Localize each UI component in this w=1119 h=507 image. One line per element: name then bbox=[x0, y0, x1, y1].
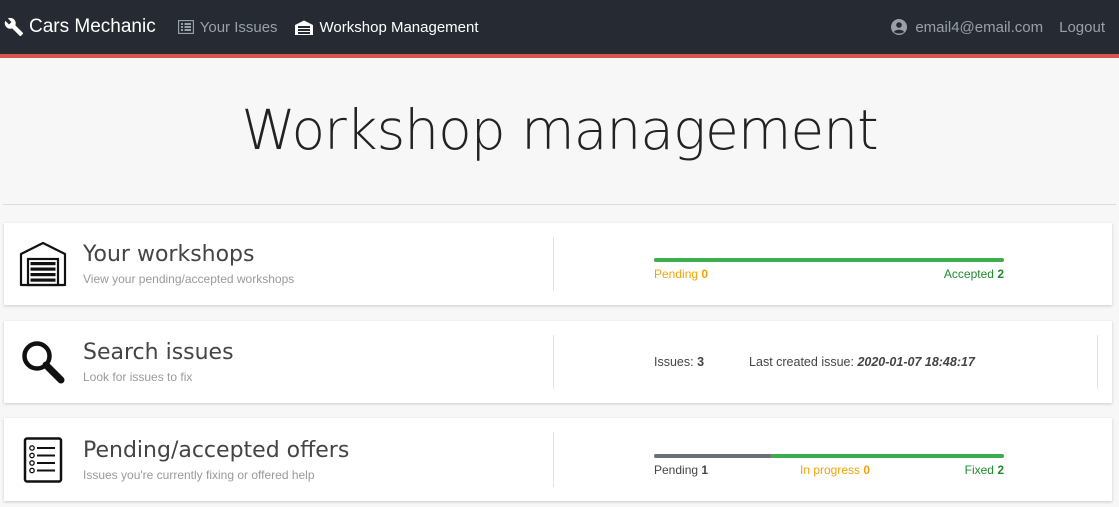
page-title: Workshop management bbox=[241, 98, 878, 162]
offers-progress-bar bbox=[654, 454, 1004, 458]
card-offers-subtitle: Issues you're currently fixing or offere… bbox=[83, 467, 315, 482]
stats-divider bbox=[1097, 335, 1098, 389]
offers-inprogress-label: In progress bbox=[800, 463, 861, 477]
offers-pending-legend: Pending 1 bbox=[654, 463, 708, 477]
page-header: Workshop management bbox=[3, 58, 1116, 205]
last-created-label: Last created issue: bbox=[749, 355, 854, 369]
card-search-issues[interactable]: Search issues Look for issues to fix Iss… bbox=[4, 321, 1112, 403]
offers-fixed-label: Fixed bbox=[964, 463, 994, 477]
card-workshops-stats: Pending 0 Accepted 2 bbox=[554, 223, 1112, 305]
search-stats-row: Issues: 3 Last created issue: 2020-01-07… bbox=[654, 321, 975, 403]
offers-pending-count: 1 bbox=[701, 463, 709, 477]
checklist-icon bbox=[23, 436, 63, 483]
workshops-legend: Pending 0 Accepted 2 bbox=[654, 267, 1004, 283]
card-your-workshops[interactable]: Your workshops View your pending/accepte… bbox=[4, 223, 1112, 305]
card-search-subtitle: Look for issues to fix bbox=[83, 370, 193, 384]
nav-your-issues[interactable]: Your Issues bbox=[177, 18, 278, 36]
card-workshops-subtitle: View your pending/accepted workshops bbox=[83, 272, 295, 286]
offers-fixed-legend: Fixed 2 bbox=[965, 463, 1004, 477]
offers-inprogress-legend: In progress 0 bbox=[800, 463, 870, 477]
workshops-accepted-label: Accepted bbox=[943, 267, 994, 281]
offers-progress: Pending 1 In progress 0 Fixed 2 bbox=[654, 454, 1004, 479]
top-navbar: Cars Mechanic Your Issues Workshop Manag… bbox=[0, 0, 1119, 58]
workshops-accepted-legend: Accepted 2 bbox=[944, 267, 1004, 281]
card-offers-stats: Pending 1 In progress 0 Fixed 2 bbox=[554, 418, 1112, 501]
nav-workshop-management[interactable]: Workshop Management bbox=[294, 19, 479, 36]
card-offers[interactable]: Pending/accepted offers Issues you're cu… bbox=[4, 418, 1112, 501]
workshops-progress-bar bbox=[654, 258, 1004, 262]
workshops-pending-label: Pending bbox=[654, 267, 699, 281]
garage-icon bbox=[19, 241, 67, 287]
workshops-accepted-count: 2 bbox=[997, 267, 1004, 281]
user-circle-icon bbox=[891, 19, 908, 35]
brand-link[interactable]: Cars Mechanic bbox=[4, 16, 156, 38]
offers-progress-pending bbox=[654, 454, 771, 458]
workshops-progress-accepted bbox=[654, 258, 1004, 262]
card-search-title: Search issues bbox=[83, 340, 234, 365]
offers-pending-label: Pending bbox=[654, 463, 699, 477]
nav-your-issues-label: Your Issues bbox=[199, 18, 278, 36]
garage-icon bbox=[294, 20, 313, 35]
issues-count: 3 bbox=[697, 355, 705, 369]
search-icon bbox=[22, 341, 65, 384]
offers-legend: Pending 1 In progress 0 Fixed 2 bbox=[654, 463, 1004, 479]
offers-fixed-count: 2 bbox=[997, 463, 1004, 477]
card-offers-icon-wrap bbox=[19, 436, 67, 484]
card-search-stats: Issues: 3 Last created issue: 2020-01-07… bbox=[554, 321, 1112, 403]
workshops-pending-count: 0 bbox=[701, 267, 709, 281]
list-icon bbox=[177, 20, 194, 34]
card-search-icon-wrap bbox=[19, 338, 67, 386]
logout-link[interactable]: Logout bbox=[1059, 19, 1105, 36]
last-created-value: 2020-01-07 18:48:17 bbox=[857, 355, 975, 369]
workshops-progress: Pending 0 Accepted 2 bbox=[654, 258, 1004, 283]
brand-name: Cars Mechanic bbox=[29, 16, 156, 37]
offers-progress-fixed bbox=[770, 454, 1004, 458]
user-email: email4@email.com bbox=[915, 18, 1044, 36]
workshops-pending-legend: Pending 0 bbox=[654, 267, 708, 281]
nav-user-area: email4@email.com Logout bbox=[875, 19, 1105, 36]
issues-label: Issues: bbox=[654, 355, 694, 369]
nav-workshop-management-label: Workshop Management bbox=[319, 18, 479, 36]
card-offers-title: Pending/accepted offers bbox=[83, 437, 350, 463]
wrench-icon bbox=[4, 17, 24, 37]
card-workshops-title: Your workshops bbox=[83, 242, 255, 267]
card-workshops-icon-wrap bbox=[19, 240, 67, 288]
user-email-link[interactable]: email4@email.com bbox=[891, 19, 1043, 36]
offers-inprogress-count: 0 bbox=[863, 463, 871, 477]
